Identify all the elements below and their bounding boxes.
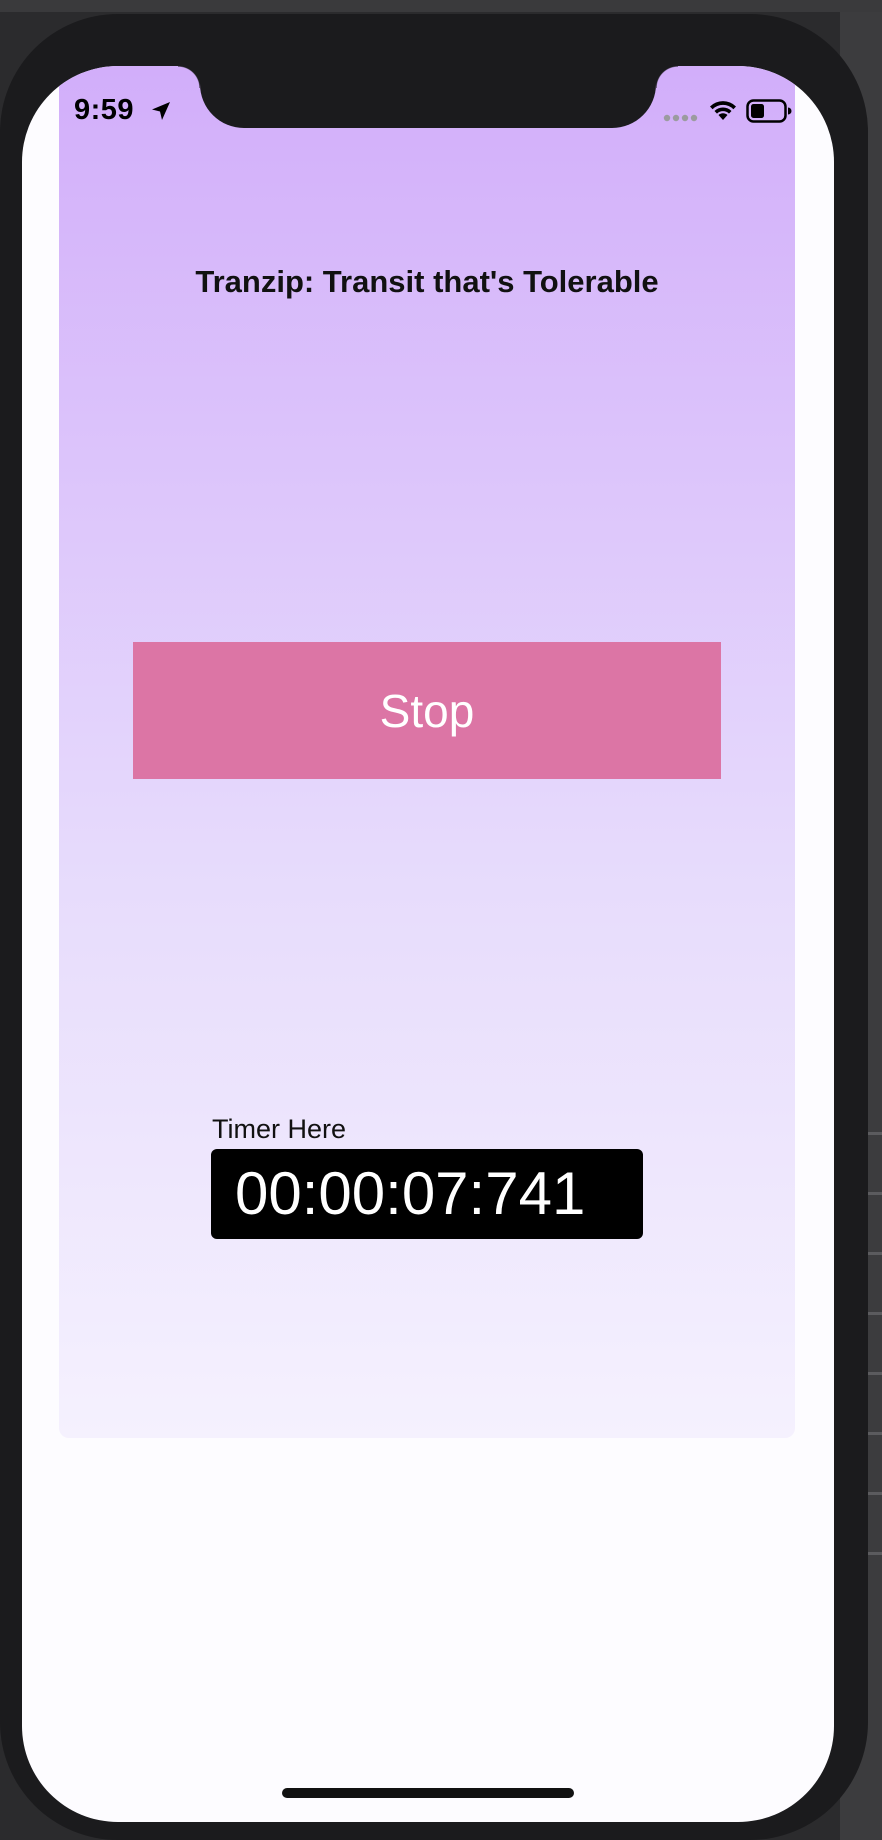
phone-frame: 9:59 Tranzip: Transit that's Tolerable S… [0,14,868,1840]
battery-icon [746,99,792,123]
phone-screen: 9:59 Tranzip: Transit that's Tolerable S… [22,66,834,1822]
notch [178,66,678,128]
location-arrow-icon [152,102,170,120]
cellular-signal-icon [663,114,698,122]
timer-display: 00:00:07:741 [211,1149,643,1239]
home-indicator[interactable] [282,1788,574,1798]
stop-button[interactable]: Stop [133,642,721,779]
desktop-menu-strip [0,0,882,12]
wifi-icon [710,101,736,120]
timer-label: Timer Here [212,1114,347,1144]
app-title: Tranzip: Transit that's Tolerable [195,264,659,299]
status-time: 9:59 [74,94,135,126]
